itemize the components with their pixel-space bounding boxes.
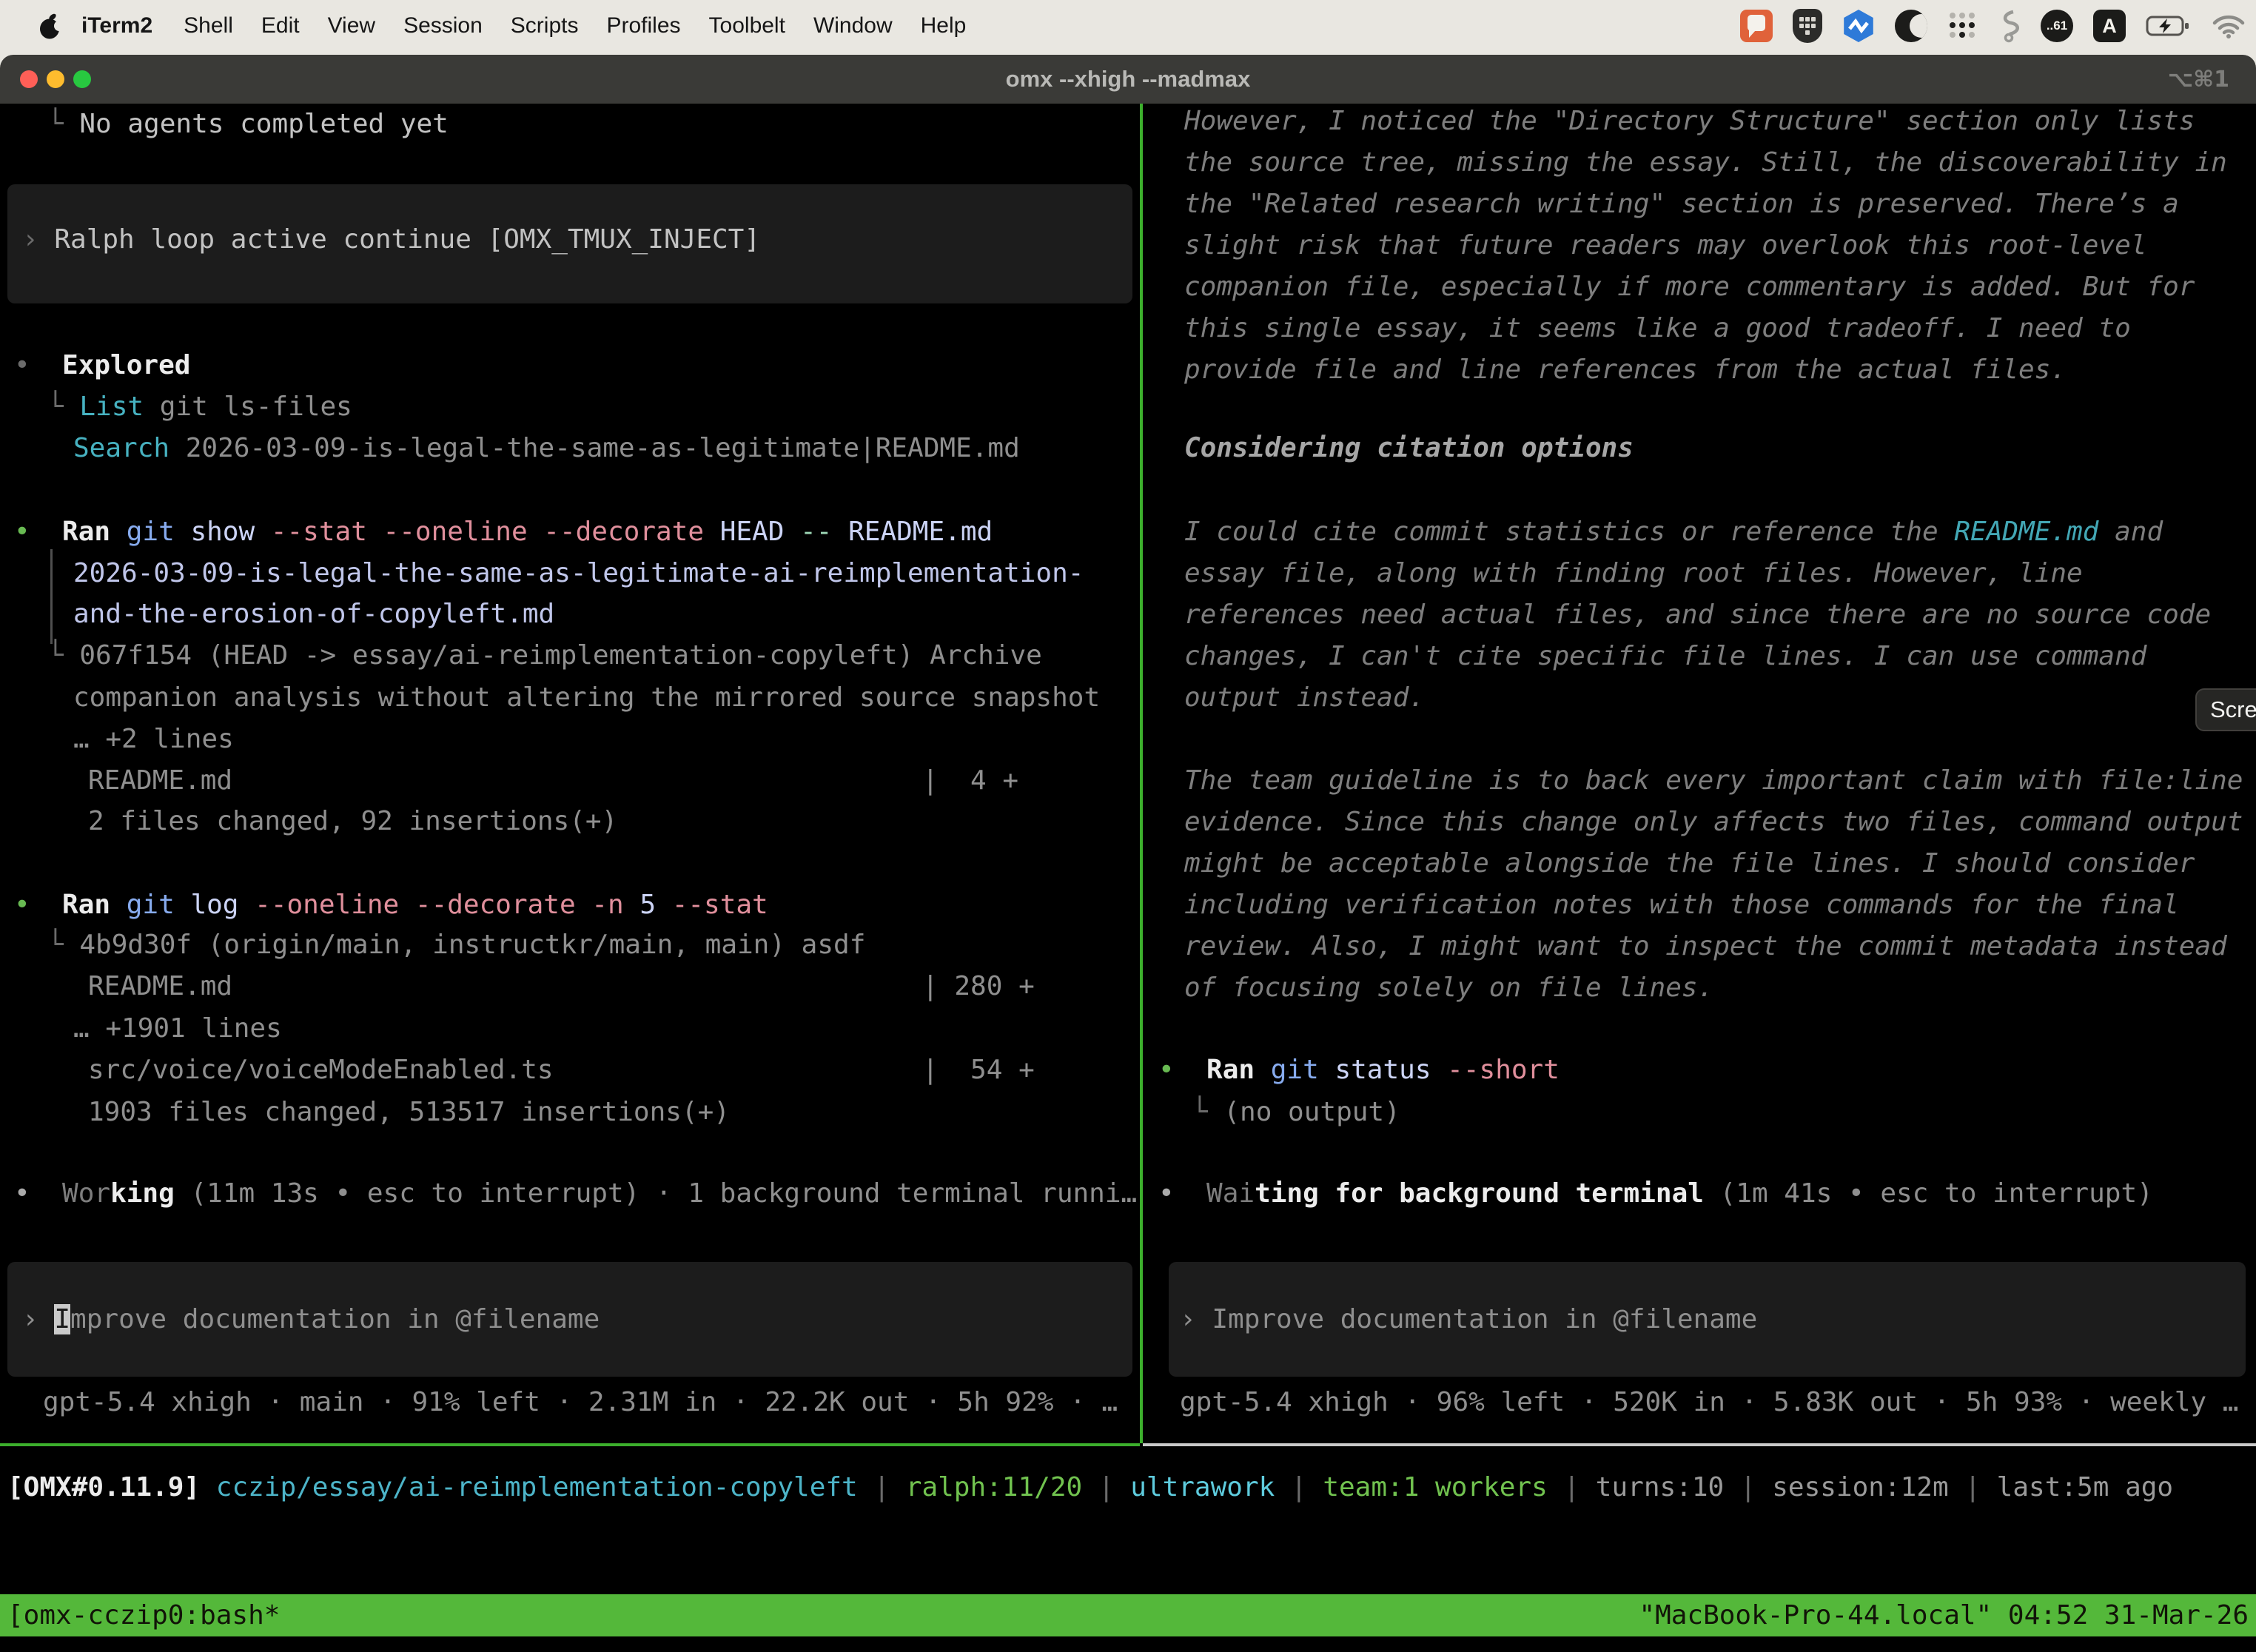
terminal-line: └ No agents completed yet: [47, 108, 449, 141]
terminal-line: of focusing solely on file lines.: [1184, 972, 1713, 1004]
terminal-line: … +1901 lines: [73, 1013, 282, 1045]
terminal-line: [omx-cczip0:bash*: [7, 1594, 280, 1636]
terminal-line: › Improve documentation in @filename: [1180, 1303, 1757, 1336]
menu-item-window[interactable]: Window: [813, 13, 893, 38]
terminal-line: • Ran git log --oneline --decorate -n 5 …: [14, 889, 768, 921]
window-title-bar: omx --xhigh --madmax ⌥⌘1: [0, 55, 2256, 104]
terminal-line: Considering citation options: [1184, 432, 1634, 465]
left-pane-bottom-border: [0, 1443, 1140, 1446]
menu-item-view[interactable]: View: [328, 13, 375, 38]
terminal-line: evidence. Since this change only affects…: [1184, 806, 2243, 839]
screen-overlay-button[interactable]: Scre: [2195, 688, 2256, 731]
terminal-line: • Ran git show --stat --oneline --decora…: [14, 516, 993, 548]
apple-icon: [38, 12, 62, 40]
menu-item-edit[interactable]: Edit: [261, 13, 300, 38]
menu-item-session[interactable]: Session: [403, 13, 483, 38]
terminal-line: gpt-5.4 xhigh · main · 91% left · 2.31M …: [43, 1386, 1118, 1419]
terminal-line: essay file, along with finding root file…: [1184, 557, 2083, 590]
menu-item-toolbelt[interactable]: Toolbelt: [709, 13, 785, 38]
terminal-line: • Explored: [14, 349, 190, 382]
terminal-line: [OMX#0.11.9] cczip/essay/ai-reimplementa…: [7, 1471, 2173, 1504]
terminal-line: … +2 lines: [73, 723, 234, 756]
terminal-line: • Waiting for background terminal (1m 41…: [1158, 1178, 2153, 1210]
menu-app-name[interactable]: iTerm2: [81, 13, 152, 38]
menu-item-scripts[interactable]: Scripts: [511, 13, 579, 38]
crescent-icon[interactable]: [1895, 10, 1927, 42]
terminal-line: 2026-03-09-is-legal-the-same-as-legitima…: [73, 557, 1084, 590]
menu-bar: iTerm2 Shell Edit View Session Scripts Profil…: [0, 0, 2256, 52]
terminal-line: provide file and line references from th…: [1184, 354, 2067, 386]
terminal-line: Search 2026-03-09-is-legal-the-same-as-l…: [73, 432, 1020, 465]
menu-item-shell[interactable]: Shell: [184, 13, 233, 38]
pane-divider: [1140, 104, 1143, 1443]
terminal-line: references need actual files, and since …: [1184, 599, 2211, 631]
terminal-line: the "Related research writing" section i…: [1184, 188, 2179, 221]
terminal-line: README.md | 4 +: [88, 765, 1018, 797]
percent-badge-icon[interactable]: ..61: [2041, 10, 2073, 42]
terminal-line: companion analysis without altering the …: [73, 682, 1100, 714]
terminal-line: the source tree, missing the essay. Stil…: [1184, 147, 2227, 179]
terminal-line: and-the-erosion-of-copyleft.md: [73, 598, 554, 631]
squiggle-icon[interactable]: [1997, 9, 2021, 43]
menu-status-icons: ..61 A: [1740, 0, 2246, 52]
menu-items: Shell Edit View Session Scripts Profiles Toolb…: [184, 13, 994, 38]
window-shortcut-badge: ⌥⌘1: [2168, 55, 2229, 104]
terminal-line: └ (no output): [1192, 1096, 1400, 1129]
terminal-line: including verification notes with those …: [1184, 889, 2179, 921]
window-title: omx --xhigh --madmax: [0, 55, 2256, 104]
terminal-line: might be acceptable alongside the file l…: [1184, 847, 2195, 880]
hex-bolt-icon[interactable]: [1842, 10, 1875, 42]
terminal-line: The team guideline is to back every impo…: [1184, 765, 2243, 797]
terminal-line: └ 4b9d30f (origin/main, instructkr/main,…: [47, 929, 865, 961]
dots-grid-icon[interactable]: [1947, 11, 1977, 41]
menu-item-profiles[interactable]: Profiles: [606, 13, 680, 38]
terminal-line: • Working (11m 13s • esc to interrupt) ·…: [14, 1178, 1137, 1210]
screen: iTerm2 Shell Edit View Session Scripts Profil…: [0, 0, 2256, 1652]
a-badge-icon[interactable]: A: [2093, 10, 2126, 42]
terminal-line: this single essay, it seems like a good …: [1184, 312, 2131, 345]
terminal-line: › Improve documentation in @filename: [22, 1303, 600, 1336]
wifi-icon[interactable]: [2212, 13, 2246, 38]
terminal-line: review. Also, I might want to inspect th…: [1184, 930, 2227, 963]
terminal-line: 1903 files changed, 513517 insertions(+): [88, 1096, 730, 1129]
terminal-line: └ 067f154 (HEAD -> essay/ai-reimplementa…: [47, 639, 1042, 672]
terminal-line: However, I noticed the "Directory Struct…: [1184, 105, 2195, 138]
terminal-line: └ List git ls-files: [47, 391, 352, 423]
apple-menu[interactable]: [38, 12, 62, 40]
terminal-line: 2 files changed, 92 insertions(+): [88, 805, 617, 838]
terminal-line: › Ralph loop active continue [OMX_TMUX_I…: [22, 224, 760, 256]
menu-item-help[interactable]: Help: [921, 13, 967, 38]
terminal-line: src/voice/voiceModeEnabled.ts | 54 +: [88, 1054, 1035, 1087]
shield-grid-icon[interactable]: [1793, 9, 1822, 43]
terminal-line: changes, I can't cite specific file line…: [1184, 640, 2146, 673]
terminal-line: slight risk that future readers may over…: [1184, 229, 2146, 262]
terminal-line: output instead.: [1184, 682, 1425, 714]
terminal-line: I could cite commit statistics or refere…: [1184, 516, 2163, 548]
terminal-line: "MacBook-Pro-44.local" 04:52 31-Mar-26: [1639, 1594, 2249, 1636]
tree-guide-line: [50, 549, 53, 644]
chat-bubble-icon[interactable]: [1740, 10, 1773, 42]
terminal-line: • Ran git status --short: [1158, 1054, 1560, 1087]
battery-icon[interactable]: [2146, 15, 2192, 37]
right-pane-bottom-border: [1143, 1443, 2256, 1446]
terminal-line: companion file, especially if more comme…: [1184, 271, 2195, 303]
terminal-line: README.md | 280 +: [88, 970, 1035, 1003]
terminal-line: gpt-5.4 xhigh · 96% left · 520K in · 5.8…: [1180, 1386, 2238, 1419]
